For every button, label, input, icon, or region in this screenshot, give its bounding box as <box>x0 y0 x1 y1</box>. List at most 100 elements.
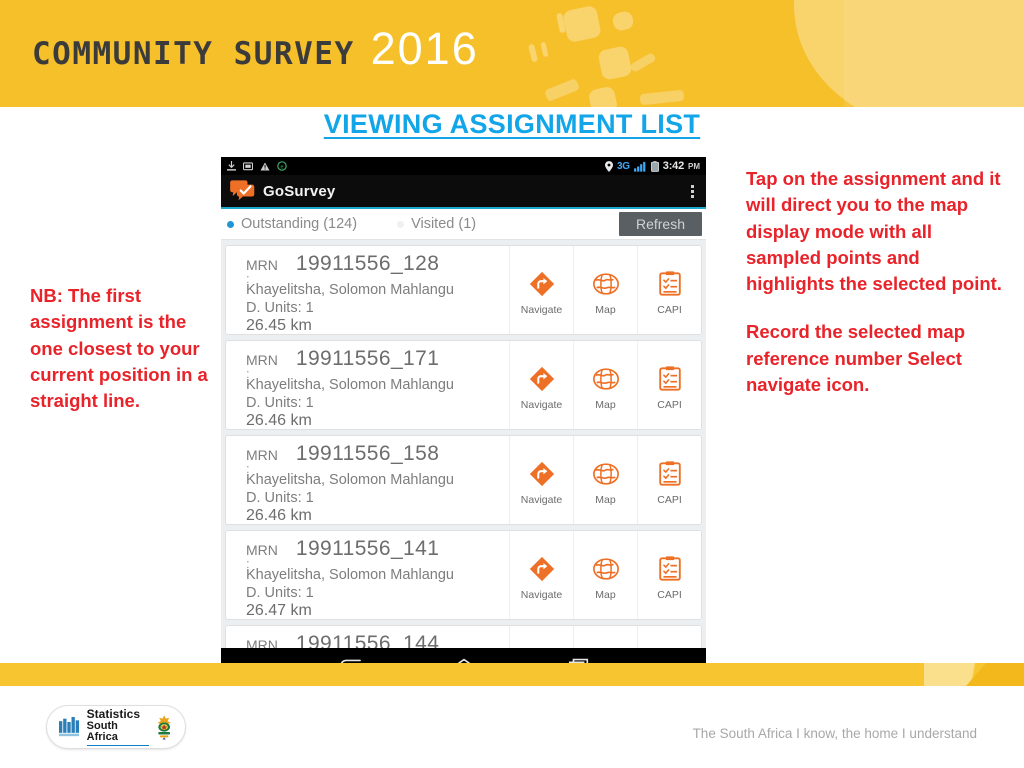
mrn-row: MRN 19911556_171 <box>246 347 509 381</box>
globe-icon <box>592 558 619 580</box>
svg-text:e: e <box>280 164 283 170</box>
tab-outstanding[interactable]: Outstanding (124) <box>227 216 357 232</box>
map-button[interactable]: Map <box>573 341 637 429</box>
header-decoration-tick <box>527 43 539 63</box>
mrn-label: MRN <box>246 542 278 571</box>
mrn-value: 19911556_141 <box>295 537 440 560</box>
capi-button[interactable]: CAPI <box>637 341 701 429</box>
navigate-label: Navigate <box>520 399 563 411</box>
battery-icon <box>650 160 659 172</box>
assignment-actions: Navigate Map <box>509 531 701 619</box>
map-button[interactable]: Map <box>573 531 637 619</box>
assignment-details[interactable]: MRN 19911556_171 Khayelitsha, Solomon Ma… <box>226 341 509 429</box>
assignment-distance: 26.46 km <box>246 412 312 429</box>
assignment-actions: Navigate Map <box>509 341 701 429</box>
header-decoration-tick <box>540 41 549 58</box>
screenshot-icon <box>243 161 253 170</box>
capi-label: CAPI <box>657 399 682 411</box>
south-africa-coat-of-arms-icon <box>157 715 171 740</box>
download-icon <box>227 161 236 171</box>
assignment-card[interactable]: MRN 19911556_141 Khayelitsha, Solomon Ma… <box>225 530 702 620</box>
capi-label: CAPI <box>657 494 682 506</box>
assignment-distance: 26.45 km <box>246 317 312 334</box>
location-pin-icon <box>605 160 614 172</box>
header-decoration-square <box>611 10 635 32</box>
page-title: VIEWING ASSIGNMENT LIST <box>323 109 701 139</box>
assignment-actions: Navigate Map <box>509 436 701 524</box>
map-label: Map <box>595 494 616 506</box>
network-type-label: 3G <box>617 160 630 172</box>
header-decoration-band <box>844 0 1024 107</box>
navigate-button[interactable]: Navigate <box>509 341 573 429</box>
clipboard-checklist-icon <box>658 366 681 391</box>
note-left: NB: The first assignment is the one clos… <box>30 285 208 412</box>
map-button[interactable]: Map <box>573 246 637 334</box>
mrn-row: MRN 19911556_141 <box>246 537 509 571</box>
brand-lockup: COMMUNITY SURVEY 2016 <box>32 23 479 75</box>
capi-button[interactable]: CAPI <box>637 436 701 524</box>
navigate-label: Navigate <box>520 494 563 506</box>
brand-year: 2016 <box>370 23 479 74</box>
tab-outstanding-label: Outstanding (124) <box>241 216 358 232</box>
mrn-value: 19911556_171 <box>295 347 440 370</box>
capi-label: CAPI <box>657 304 682 316</box>
header-decoration-circle <box>794 0 1024 107</box>
header-decoration-square <box>587 85 619 107</box>
capi-button[interactable]: CAPI <box>637 246 701 334</box>
assignment-list[interactable]: MRN 19911556_128 Khayelitsha, Solomon Ma… <box>221 240 706 684</box>
assignment-details[interactable]: MRN 19911556_128 Khayelitsha, Solomon Ma… <box>226 246 509 334</box>
slide-canvas: COMMUNITY SURVEY 2016 VIEWING ASSIGNMENT… <box>0 0 1024 768</box>
refresh-button[interactable]: Refresh <box>618 212 702 236</box>
navigate-diamond-icon <box>529 556 554 582</box>
assignment-address: Khayelitsha, Solomon Mahlangu <box>246 377 454 393</box>
assignment-card[interactable]: MRN 19911556_128 Khayelitsha, Solomon Ma… <box>225 245 702 335</box>
map-label: Map <box>595 589 616 601</box>
navigate-label: Navigate <box>520 304 563 316</box>
note-right-paragraph-1: Tap on the assignment and it will direct… <box>746 168 1002 295</box>
assignment-card[interactable]: MRN 19911556_171 Khayelitsha, Solomon Ma… <box>225 340 702 430</box>
assignment-details[interactable]: MRN 19911556_141 Khayelitsha, Solomon Ma… <box>226 531 509 619</box>
mrn-value: 19911556_158 <box>295 442 440 465</box>
mrn-value: 19911556_128 <box>295 252 440 275</box>
assignment-address: Khayelitsha, Solomon Mahlangu <box>246 282 454 298</box>
navigate-button[interactable]: Navigate <box>509 246 573 334</box>
clipboard-checklist-icon <box>658 556 681 581</box>
mrn-label: MRN <box>246 352 278 381</box>
globe-icon <box>592 463 619 485</box>
sync-icon: e <box>277 161 287 171</box>
globe-icon <box>592 273 619 295</box>
navigate-diamond-icon <box>529 366 554 392</box>
assignment-card[interactable]: MRN 19911556_158 Khayelitsha, Solomon Ma… <box>225 435 702 525</box>
android-status-bar: e 3G 3:42 PM <box>221 157 706 175</box>
assignment-units: D. Units: 1 <box>246 585 314 601</box>
note-right-paragraph-2: Record the selected map reference number… <box>746 321 965 395</box>
assignment-units: D. Units: 1 <box>246 395 314 411</box>
tab-bar: Outstanding (124) Visited (1) Refresh <box>221 209 706 240</box>
stats-sa-bars-icon <box>59 716 80 737</box>
navigate-button[interactable]: Navigate <box>509 531 573 619</box>
header-decoration-streak <box>629 52 657 73</box>
tab-visited[interactable]: Visited (1) <box>397 216 476 232</box>
signal-bars-icon <box>633 161 646 172</box>
navigate-button[interactable]: Navigate <box>509 436 573 524</box>
navigate-diamond-icon <box>529 461 554 487</box>
mrn-label: MRN <box>246 257 278 286</box>
header-decoration-square <box>597 45 633 81</box>
map-button[interactable]: Map <box>573 436 637 524</box>
globe-icon <box>592 368 619 390</box>
map-label: Map <box>595 304 616 316</box>
capi-label: CAPI <box>657 589 682 601</box>
assignment-details[interactable]: MRN 19911556_158 Khayelitsha, Solomon Ma… <box>226 436 509 524</box>
assignment-units: D. Units: 1 <box>246 300 314 316</box>
phone-screenshot: e 3G 3:42 PM GoSurvey Outstanding (124) … <box>221 157 706 684</box>
overflow-menu-icon[interactable] <box>691 184 698 198</box>
status-bar-right-icons: 3G 3:42 PM <box>605 160 700 172</box>
stats-sa-line2: South Africa <box>86 719 118 744</box>
assignment-address: Khayelitsha, Solomon Mahlangu <box>246 567 454 583</box>
tab-active-dot-icon <box>227 220 234 228</box>
map-label: Map <box>595 399 616 411</box>
header-banner: COMMUNITY SURVEY 2016 <box>0 0 1024 107</box>
mrn-row: MRN 19911556_158 <box>246 442 509 476</box>
navigate-diamond-icon <box>529 271 554 297</box>
capi-button[interactable]: CAPI <box>637 531 701 619</box>
